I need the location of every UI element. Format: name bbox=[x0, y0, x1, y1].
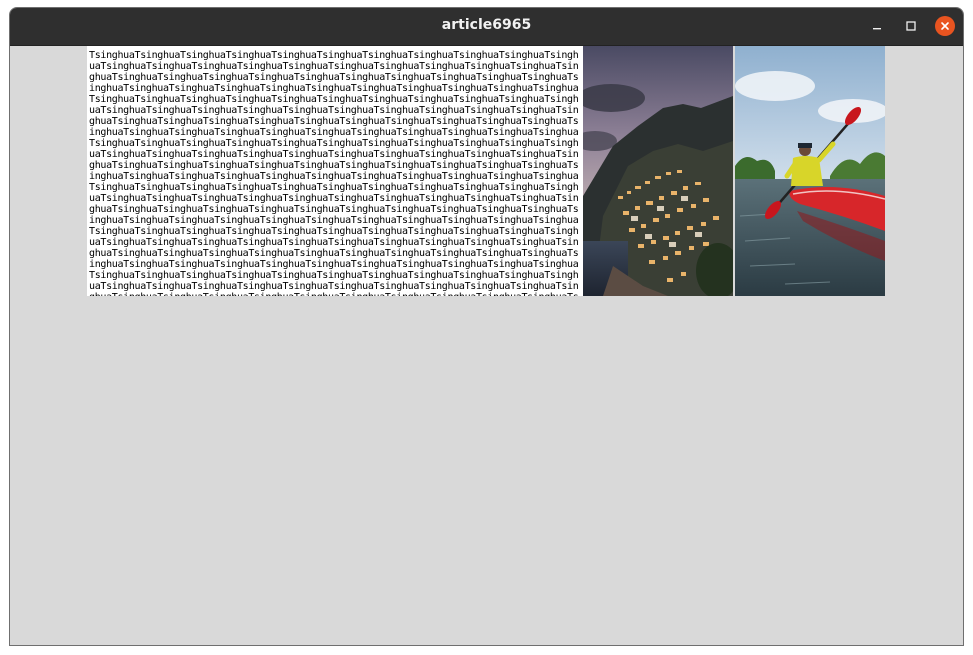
article-text: TsinghuaTsinghuaTsinghuaTsinghuaTsinghua… bbox=[89, 50, 579, 296]
window-title: article6965 bbox=[441, 17, 532, 33]
kayaker-on-river-image bbox=[735, 46, 885, 296]
coastal-town-at-dusk-image bbox=[583, 46, 733, 296]
maximize-button[interactable] bbox=[901, 16, 921, 36]
close-button[interactable] bbox=[935, 16, 955, 36]
minimize-button[interactable] bbox=[867, 16, 887, 36]
content-area: TsinghuaTsinghuaTsinghuaTsinghuaTsinghua… bbox=[10, 46, 963, 645]
app-window: article6965 TsinghuaTsinghuaTsinghuaTsin… bbox=[9, 7, 964, 646]
article-text-area: TsinghuaTsinghuaTsinghuaTsinghuaTsinghua… bbox=[87, 46, 583, 296]
maximize-icon bbox=[906, 21, 916, 31]
close-icon bbox=[941, 22, 949, 30]
minimize-icon bbox=[873, 28, 881, 30]
title-bar[interactable]: article6965 bbox=[10, 8, 963, 46]
